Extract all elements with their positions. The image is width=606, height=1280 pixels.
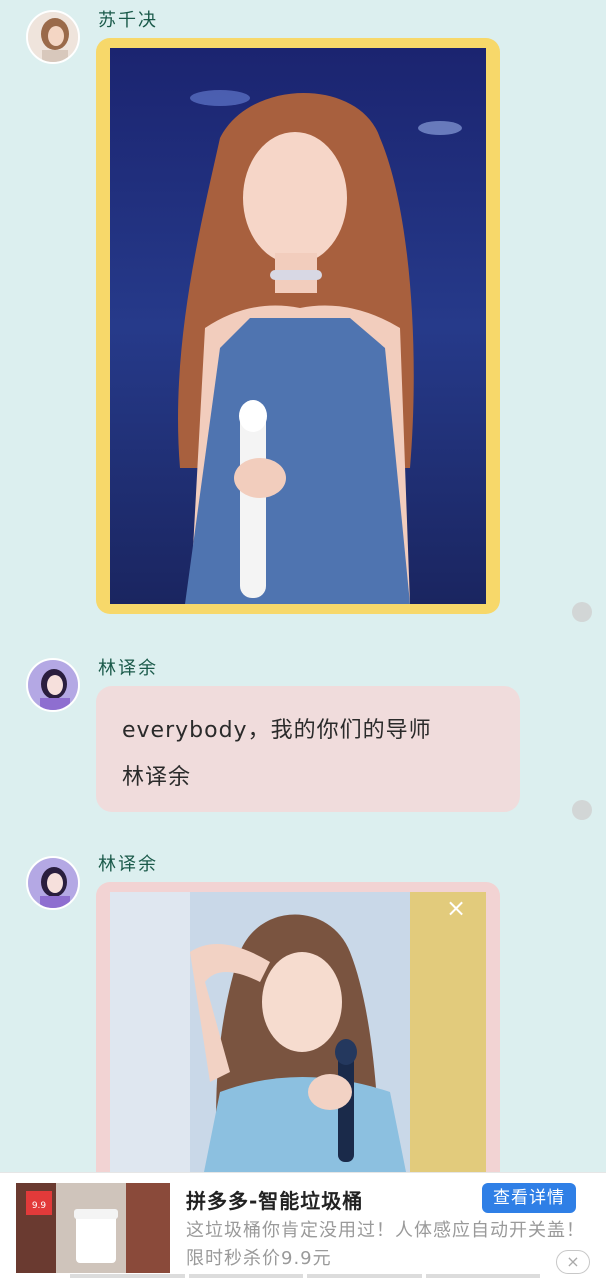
ad-pagination (70, 1274, 540, 1278)
read-indicator (572, 800, 592, 820)
view-details-button[interactable]: 查看详情 (482, 1183, 576, 1213)
avatar[interactable] (26, 658, 80, 712)
ad-thumbnail[interactable]: 9.9 (16, 1183, 170, 1273)
page-indicator (188, 1274, 303, 1278)
ad-description: 这垃圾桶你肯定没用过！人体感应自动开关盖！限时秒杀价9.9元 (186, 1220, 585, 1269)
read-indicator (572, 602, 592, 622)
close-icon[interactable]: × (446, 896, 466, 920)
avatar[interactable] (26, 10, 80, 64)
photo: × (110, 892, 486, 1172)
text-message[interactable]: everybody，我的你们的导师 林译余 (96, 686, 520, 812)
image-message[interactable] (96, 38, 500, 614)
ad-title[interactable]: 拼多多-智能垃圾桶 (186, 1185, 363, 1214)
page-indicator (307, 1274, 422, 1278)
ad-banner[interactable]: 9.9 拼多多-智能垃圾桶 查看详情 这垃圾桶你肯定没用过！人体感应自动开关盖！… (0, 1172, 606, 1280)
chat-area: 苏千决 林译余 everybody，我的你们的导师 林译余 林译余 × (0, 0, 606, 1172)
close-icon[interactable]: × (556, 1250, 590, 1274)
message-line: everybody，我的你们的导师 (122, 718, 432, 743)
page-indicator (425, 1274, 540, 1278)
image-message[interactable]: × (96, 882, 500, 1172)
ad-price-badge: 9.9 (32, 1201, 47, 1211)
photo (110, 48, 486, 604)
sender-name: 苏千决 (98, 10, 158, 31)
sender-name: 林译余 (98, 658, 158, 679)
page-indicator (70, 1274, 185, 1278)
sender-name: 林译余 (98, 854, 158, 875)
message-line: 林译余 (122, 765, 192, 790)
avatar[interactable] (26, 856, 80, 910)
